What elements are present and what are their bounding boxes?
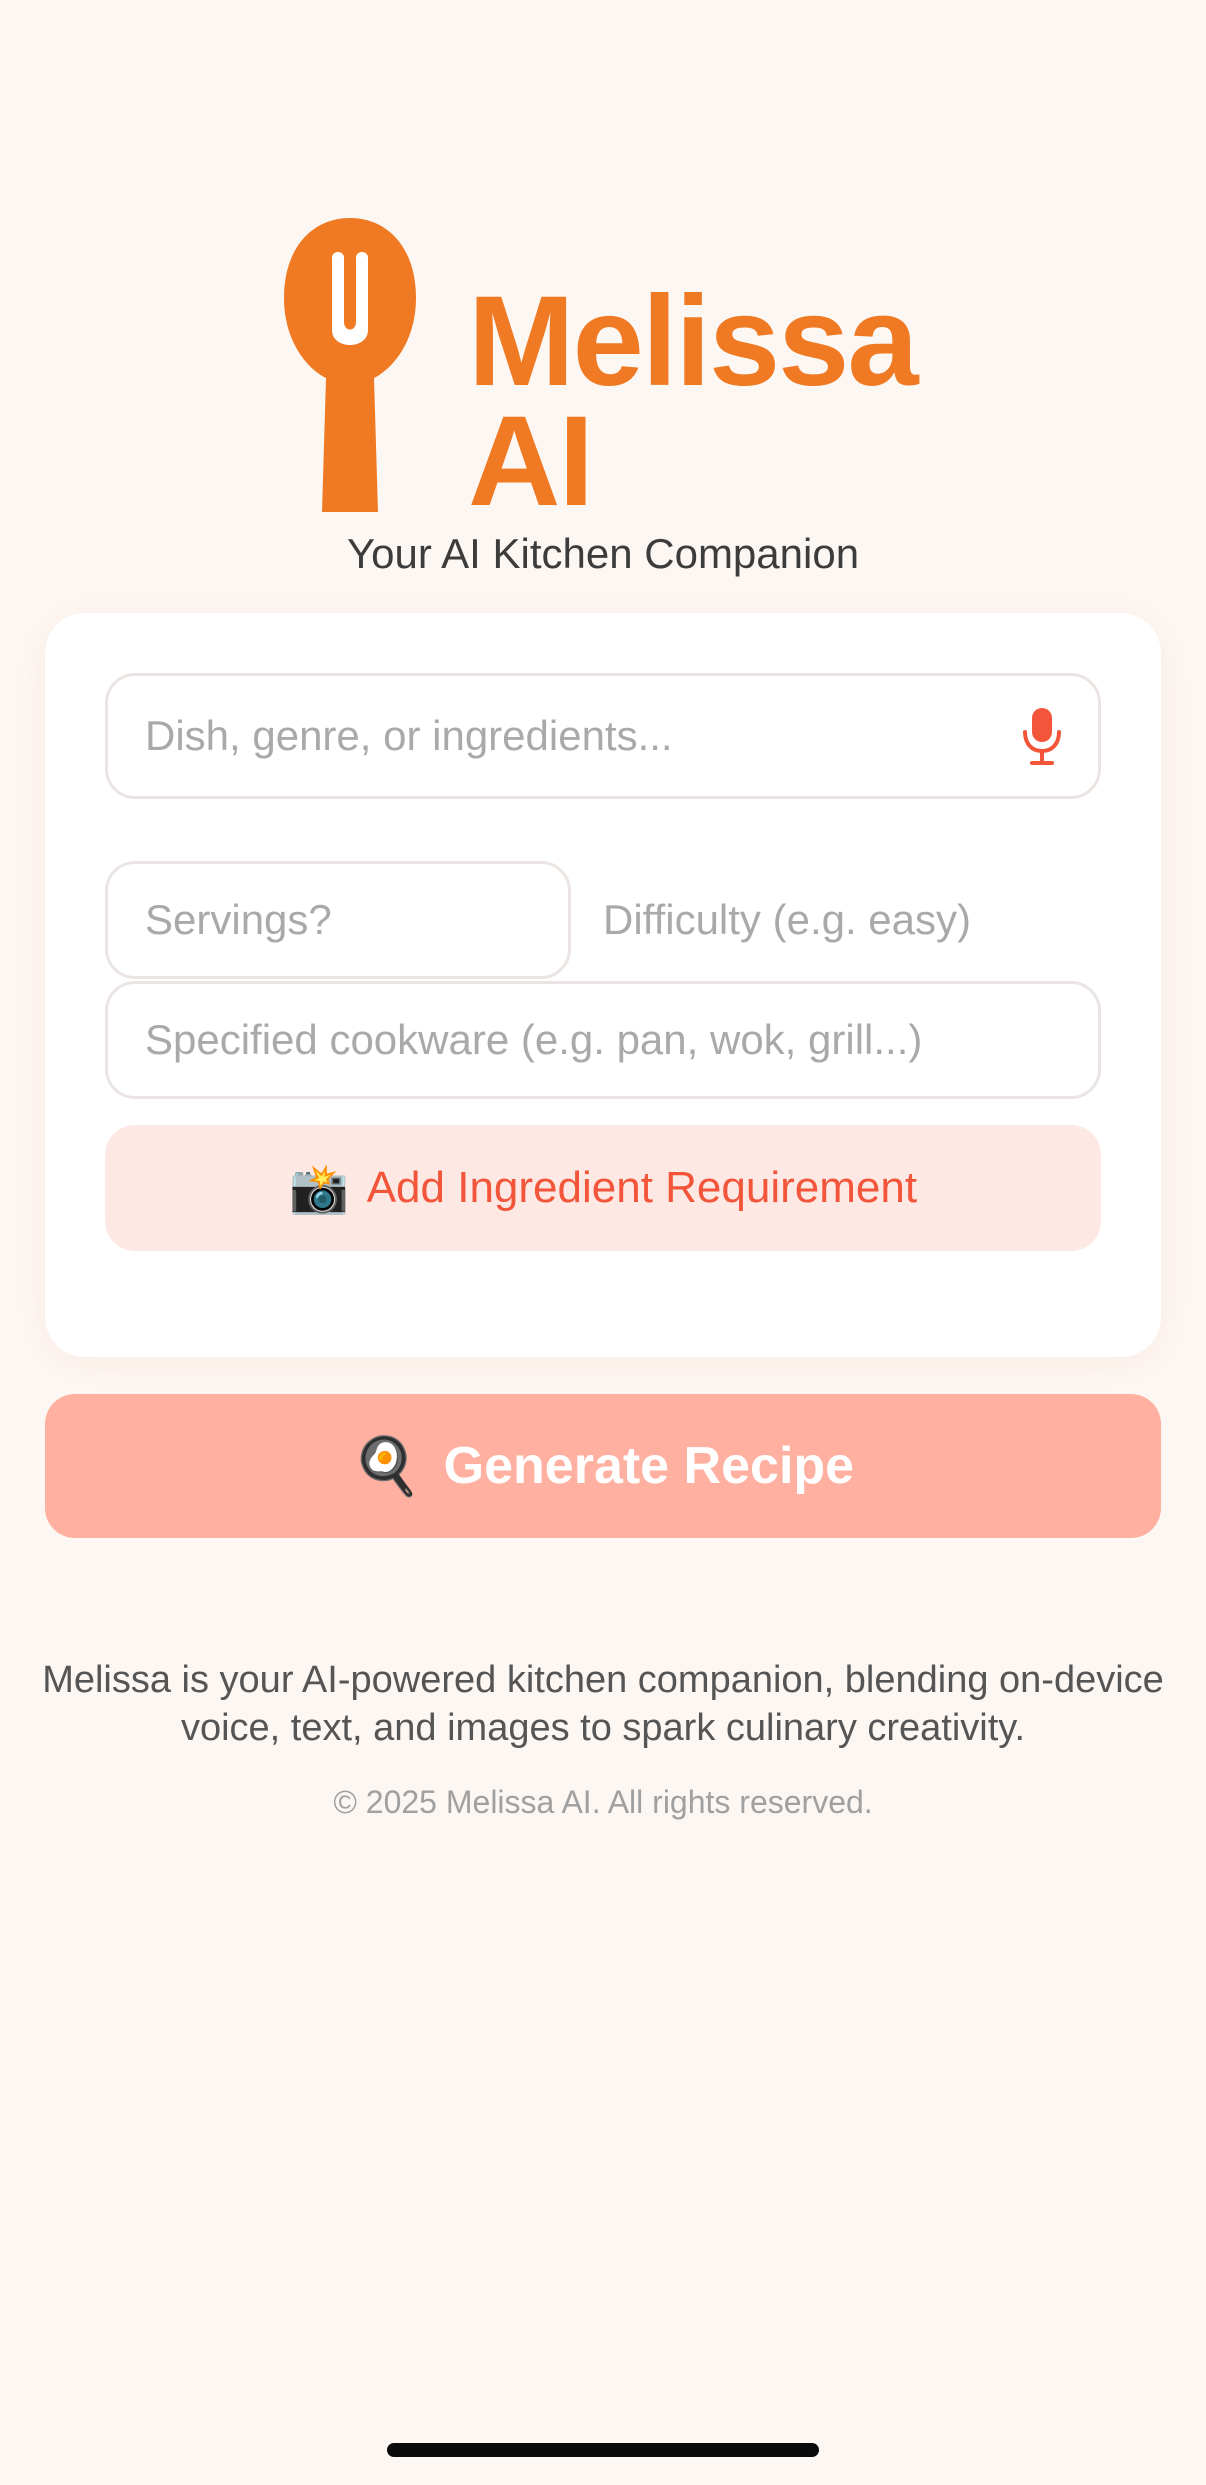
dish-placeholder: Dish, genre, or ingredients... (145, 712, 673, 759)
app-description: Melissa is your AI-powered kitchen compa… (42, 1659, 1164, 1749)
add-ingredient-label: Add Ingredient Requirement (366, 1163, 918, 1212)
copyright-text: © 2025 Melissa AI. All rights reserved. (333, 1784, 873, 1820)
cookware-placeholder: Specified cookware (e.g. pan, wok, grill… (145, 1016, 923, 1063)
generate-recipe-label: Generate Recipe (443, 1437, 855, 1495)
difficulty-input[interactable]: Difficulty (e.g. easy) (603, 861, 971, 979)
tagline: Your AI Kitchen Companion (346, 530, 860, 577)
camera-flash-icon: 📸 (288, 1162, 349, 1216)
difficulty-placeholder: Difficulty (e.g. easy) (603, 896, 972, 943)
app-logo: Melissa AI (0, 218, 1206, 526)
recipe-form-card: Dish, genre, or ingredients... Servings?… (45, 613, 1161, 1357)
frying-pan-icon: 🍳 (351, 1434, 422, 1497)
microphone-icon[interactable] (1020, 706, 1064, 766)
cookware-input[interactable]: Specified cookware (e.g. pan, wok, grill… (105, 981, 1101, 1099)
add-ingredient-button[interactable]: 📸 Add Ingredient Requirement (105, 1125, 1101, 1251)
logo-text-line2: AI (468, 390, 594, 533)
logo-text-line1: Melissa (468, 270, 918, 413)
generate-recipe-button[interactable]: 🍳 Generate Recipe (45, 1394, 1161, 1538)
servings-placeholder: Servings? (145, 896, 332, 943)
home-indicator[interactable] (387, 2443, 819, 2457)
servings-input[interactable]: Servings? (105, 861, 571, 979)
spoon-logo-icon (284, 218, 416, 512)
dish-input[interactable]: Dish, genre, or ingredients... (105, 673, 1101, 799)
